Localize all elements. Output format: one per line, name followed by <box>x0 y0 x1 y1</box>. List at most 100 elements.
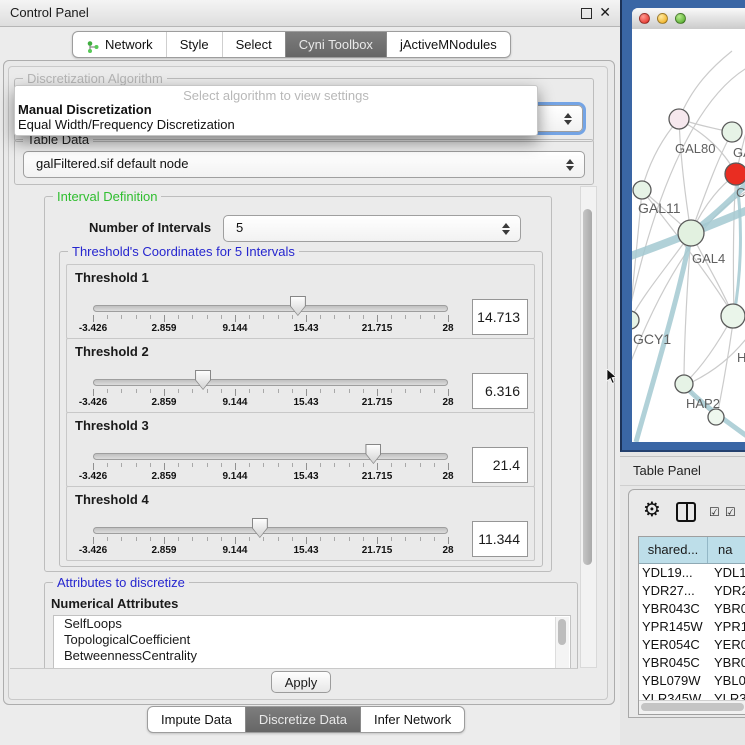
tab-network[interactable]: Network <box>73 32 166 57</box>
tick-mark <box>249 389 250 393</box>
column-header-shared-name[interactable]: shared... <box>639 537 708 563</box>
float-window-icon[interactable] <box>581 8 592 19</box>
network-node[interactable] <box>632 311 639 329</box>
network-node[interactable] <box>633 181 651 199</box>
node-table: shared...na YDL19...YDL1YDR27...YDR2YBR0… <box>638 536 745 715</box>
tab-discretize-data[interactable]: Discretize Data <box>245 707 360 732</box>
numerical-attributes-list: SelfLoopsTopologicalCoefficientBetweenne… <box>53 615 571 669</box>
list-scrollbar[interactable] <box>555 617 569 669</box>
slider-thumb[interactable] <box>195 370 211 390</box>
table-row[interactable]: YBL079WYBL0 <box>639 672 745 690</box>
tab-label: Style <box>180 33 209 57</box>
tick-mark <box>221 389 222 393</box>
thresholds-group: Threshold's Coordinates for 5 Intervals … <box>59 251 543 567</box>
algorithm-option-manual-discretization[interactable]: Manual Discretization <box>18 102 152 117</box>
slider-thumb[interactable] <box>365 444 381 464</box>
tick-mark <box>320 315 321 319</box>
threshold-label: Threshold 4 <box>75 492 149 507</box>
table-row[interactable]: YER054CYER0 <box>639 636 745 654</box>
slider-thumb[interactable] <box>252 518 268 538</box>
tick-mark <box>334 537 335 541</box>
tab-select[interactable]: Select <box>222 32 285 57</box>
tick-mark <box>235 463 236 470</box>
threshold-label: Threshold 1 <box>75 270 149 285</box>
tab-label: Impute Data <box>161 708 232 732</box>
tab-style[interactable]: Style <box>166 32 222 57</box>
slider-thumb[interactable] <box>290 296 306 316</box>
table-row[interactable]: YDL19...YDL1 <box>639 564 745 582</box>
slider-track[interactable] <box>93 453 448 460</box>
tab-jactivemnodules[interactable]: jActiveMNodules <box>386 32 510 57</box>
checkbox-icon[interactable]: ☑ <box>709 505 720 519</box>
algorithm-option-equal-width-frequency-discretization[interactable]: Equal Width/Frequency Discretization <box>18 117 235 132</box>
apply-button[interactable]: Apply <box>271 671 331 693</box>
tick-mark <box>420 463 421 467</box>
scale-label: 15.43 <box>276 397 336 408</box>
slider-track[interactable] <box>93 379 448 386</box>
table-row[interactable]: YPR145WYPR1 <box>639 618 745 636</box>
network-node[interactable] <box>678 220 704 246</box>
scale-label: 21.715 <box>347 471 407 482</box>
table-panel-window: ⚙ ☑ ☑ shared...na YDL19...YDL1YDR27...YD… <box>628 489 745 718</box>
network-node[interactable] <box>675 375 693 393</box>
slider-thumb-face <box>366 445 380 463</box>
tick-mark <box>434 315 435 319</box>
table-data-combobox[interactable]: galFiltered.sif default node <box>23 151 585 178</box>
network-node[interactable] <box>721 304 745 328</box>
table-hscrollbar-thumb[interactable] <box>641 703 744 711</box>
checkbox-icon[interactable]: ☑ <box>725 505 736 519</box>
slider-thumb-face <box>196 371 210 389</box>
threshold-value-field[interactable]: 14.713 <box>472 299 528 335</box>
table-row[interactable]: YBR043CYBR0 <box>639 600 745 618</box>
network-graph: GAL80GACGAL11GAL4GCY1HHAP2 <box>632 29 745 442</box>
network-node[interactable] <box>725 163 745 185</box>
zoom-traffic-light-icon[interactable] <box>675 13 686 24</box>
attribute-item-selfloops[interactable]: SelfLoops <box>54 616 570 632</box>
network-node[interactable] <box>708 409 724 425</box>
threshold-label: Threshold 3 <box>75 418 149 433</box>
minimize-traffic-light-icon[interactable] <box>657 13 668 24</box>
number-of-intervals-spinner[interactable]: 5 <box>223 215 521 242</box>
network-node[interactable] <box>669 109 689 129</box>
network-canvas[interactable]: GAL80GACGAL11GAL4GCY1HHAP2 <box>632 29 745 442</box>
tab-infer-network[interactable]: Infer Network <box>360 707 464 732</box>
table-horizontal-scrollbar[interactable] <box>639 700 745 714</box>
list-scrollbar-thumb[interactable] <box>558 619 566 645</box>
mouse-cursor <box>606 369 618 385</box>
gear-icon[interactable]: ⚙ <box>643 499 661 521</box>
tab-cyni-toolbox[interactable]: Cyni Toolbox <box>285 32 386 57</box>
settings-vertical-scrollbar[interactable] <box>580 186 597 668</box>
table-row[interactable]: YBR045CYBR0 <box>639 654 745 672</box>
tick-mark <box>434 389 435 393</box>
thresholds-group-title: Threshold's Coordinates for 5 Intervals <box>68 244 299 259</box>
columns-icon[interactable] <box>676 502 696 522</box>
tick-mark <box>334 315 335 319</box>
threshold-value-field[interactable]: 21.4 <box>472 447 528 483</box>
table-row[interactable]: YDR27...YDR2 <box>639 582 745 600</box>
tick-mark <box>263 537 264 541</box>
attribute-item-topologicalcoefficient[interactable]: TopologicalCoefficient <box>54 632 570 648</box>
threshold-value-field[interactable]: 11.344 <box>472 521 528 557</box>
network-icon <box>86 38 100 52</box>
table-panel-title: Table Panel <box>633 457 701 484</box>
network-edge[interactable] <box>691 233 733 315</box>
attribute-item-betweennesscentrality[interactable]: BetweennessCentrality <box>54 648 570 664</box>
node-label-gal80: GAL80 <box>675 141 715 156</box>
cell-shared-name: YBR045C <box>639 654 710 672</box>
slider-track[interactable] <box>93 305 448 312</box>
network-node[interactable] <box>722 122 742 142</box>
tick-mark <box>448 463 449 470</box>
network-edge[interactable] <box>642 119 679 189</box>
settings-scrollbar-thumb[interactable] <box>583 209 592 565</box>
slider-track[interactable] <box>93 527 448 534</box>
tick-mark <box>192 463 193 467</box>
node-label-c: C <box>736 185 745 200</box>
scale-label: 21.715 <box>347 397 407 408</box>
tick-mark <box>93 537 94 544</box>
close-icon[interactable]: ✕ <box>599 4 611 21</box>
tab-impute-data[interactable]: Impute Data <box>148 707 245 732</box>
column-header-name[interactable]: na <box>708 537 745 563</box>
tick-mark <box>448 537 449 544</box>
close-traffic-light-icon[interactable] <box>639 13 650 24</box>
threshold-value-field[interactable]: 6.316 <box>472 373 528 409</box>
